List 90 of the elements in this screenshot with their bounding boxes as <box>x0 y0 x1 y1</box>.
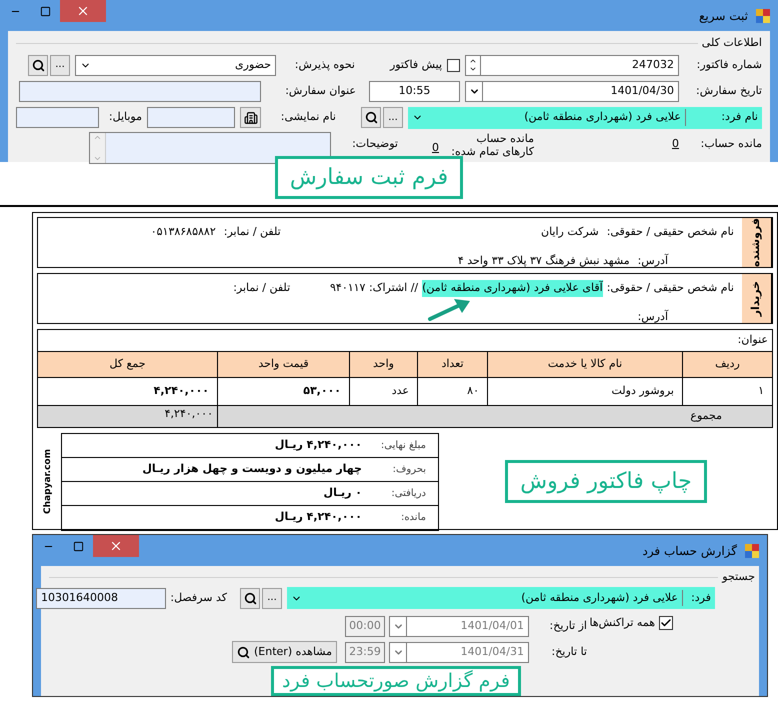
phone-number: ۰۵۱۳۸۶۸۵۸۸۲ <box>150 224 216 240</box>
column-header: تعداد <box>417 352 487 376</box>
text-field[interactable]: 10301640008 <box>36 588 166 608</box>
total-value: ۴,۲۴۰,۰۰۰ <box>164 406 214 422</box>
field-label: نام شخص حقیقی / حقوقی: <box>606 224 734 240</box>
search-icon <box>32 58 44 72</box>
summary-value: ۰ ریـال <box>324 484 362 501</box>
table-cell-text: ۴,۲۴۰,۰۰۰ <box>152 382 210 399</box>
view-button[interactable]: مشاهده (Enter) <box>232 641 337 663</box>
close-button[interactable] <box>93 535 139 557</box>
seller-name: شرکت رایان <box>540 224 599 240</box>
search-button[interactable] <box>240 588 260 608</box>
field-label: نام نمایشی: <box>280 109 337 126</box>
field-label: تلفن / نمابر: <box>233 280 290 296</box>
credit-text: Chapyar.com <box>42 449 54 514</box>
caption-label: چاپ فاکتور فروش <box>505 460 707 503</box>
field-label: شماره فاکتور: <box>696 56 762 73</box>
spin-down-icon <box>469 65 477 73</box>
caption-label: فرم ثبت سفارش <box>274 156 464 199</box>
text-field[interactable] <box>19 80 261 102</box>
building-icon <box>244 110 258 124</box>
address-text: مشهد نبش فرهنگ ۳۷ پلاک ۳۳ واحد ۴ <box>458 252 630 269</box>
field-label: نحوه پذیرش: <box>294 56 356 73</box>
field-label: آدرس: <box>638 252 670 269</box>
spin-up-icon <box>469 57 477 65</box>
summary-value: چهار میلیون و دویست و چهل هزار ریـال <box>142 460 362 477</box>
number-spinner[interactable]: 247032 <box>465 54 679 76</box>
column-header: جمع کل <box>108 356 147 372</box>
completed-value: 0 <box>431 140 439 156</box>
search-button[interactable] <box>361 107 381 128</box>
window-title: گزارش حساب فرد <box>642 542 737 560</box>
close-button[interactable] <box>60 0 106 22</box>
checkbox[interactable] <box>447 58 460 72</box>
close-icon <box>109 539 123 553</box>
search-button[interactable] <box>28 54 48 76</box>
search-icon <box>364 111 378 124</box>
summary-value: ۴,۲۴۰,۰۰۰ ریـال <box>274 436 362 453</box>
field-label: توضیحات: <box>351 136 399 152</box>
summary-label: مبلغ نهایی: <box>380 438 426 452</box>
field-label: موبایل: <box>108 109 142 126</box>
window-title: ثبت سریع <box>699 8 748 24</box>
summary-value: ۴,۲۴۰,۰۰۰ ریـال <box>274 509 362 526</box>
checkbox-label: پیش فاکتور <box>388 56 442 73</box>
field-label: کارهای تمام شده: <box>450 144 534 158</box>
browse-button[interactable]: ... <box>262 588 282 608</box>
field-label: مانده حساب: <box>700 136 762 152</box>
field-label: نام شخص حقیقی / حقوقی: <box>606 280 734 296</box>
field-label: عنوان سفارش: <box>284 82 357 99</box>
buyer-name: آقای علایی فرد (شهرداری منطقه ثامن) <box>422 280 603 296</box>
column-header: ردیف <box>682 352 772 376</box>
field-label: آدرس: <box>638 308 670 325</box>
date-field[interactable]: 1401/04/30 <box>465 80 679 102</box>
browse-button[interactable]: ... <box>50 54 70 76</box>
time-field[interactable]: 10:55 <box>369 80 460 102</box>
subscription-number: // اشتراک: ۹۴۰۱۱۷ <box>329 280 418 296</box>
field-label: مانده حساب <box>475 132 534 144</box>
notes-field[interactable] <box>89 132 331 164</box>
balance-value: 0 <box>671 136 679 152</box>
browse-button[interactable]: ... <box>383 107 403 128</box>
search-icon <box>236 646 250 658</box>
column-header: قیمت واحد <box>217 352 349 376</box>
app-icon <box>745 544 759 558</box>
summary-label: بحروف: <box>392 462 426 476</box>
summary-label: مانده: <box>400 511 426 525</box>
search-icon <box>244 592 256 604</box>
person-dropdown[interactable]: نام فرد: علایی فرد (شهرداری منطقه ثامن) <box>408 106 762 128</box>
checkbox-label: همه تراکنش‌ها <box>590 615 655 631</box>
field-label: کد سرفصل: <box>171 590 228 606</box>
column-header: نام کالا یا خدمت <box>487 352 682 376</box>
maximize-icon <box>40 6 50 16</box>
arrow-drawing <box>426 297 472 323</box>
caption-label: فرم گزارش صورتحساب فرد <box>271 666 521 696</box>
group-label: اطلاعات کلی <box>702 35 762 51</box>
column-header: واحد <box>349 352 417 376</box>
checkbox[interactable] <box>659 616 673 630</box>
text-field[interactable] <box>16 107 99 128</box>
total-label: مجموع <box>217 406 772 426</box>
building-button[interactable] <box>240 107 261 128</box>
field-label: عنوان: <box>738 333 768 346</box>
summary-label: دریافتی: <box>390 486 426 500</box>
field-label: تلفن / نمابر: <box>224 224 282 240</box>
maximize-icon <box>72 540 84 552</box>
close-icon <box>76 4 90 18</box>
field-label: تا تاریخ: <box>550 644 588 660</box>
person-dropdown[interactable]: فرد: علایی فرد (شهرداری منطقه ثامن) <box>287 587 715 609</box>
group-label: جستجو <box>722 568 755 585</box>
text-field[interactable] <box>147 107 235 128</box>
app-icon <box>756 8 770 22</box>
field-label: تاریخ سفارش: <box>695 82 762 99</box>
reception-dropdown[interactable]: حضوری <box>75 54 276 76</box>
